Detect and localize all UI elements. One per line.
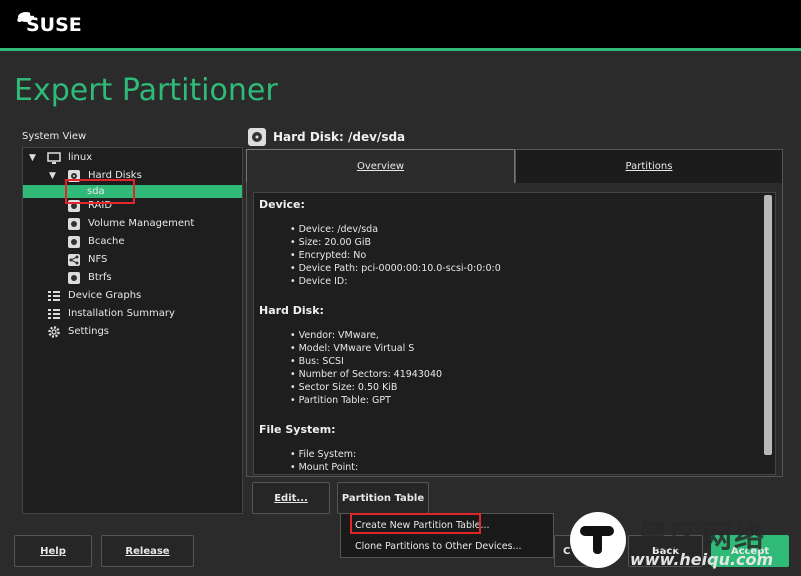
expand-arrow-icon[interactable]: ▼	[49, 167, 56, 185]
info-line: • Size: 20.00 GiB	[290, 237, 372, 248]
top-bar: SUSE	[0, 0, 801, 48]
help-button[interactable]: Help	[14, 535, 92, 567]
tree-item-label: Btrfs	[88, 272, 112, 283]
highlight-box-create	[350, 513, 481, 534]
watermark-url: www.heiqu.com	[630, 550, 774, 569]
info-line: • Device ID:	[290, 276, 348, 287]
highlight-box-sda	[65, 179, 135, 204]
release-notes-button[interactable]: Release Notes...	[101, 535, 194, 567]
watermark: 黑区网络 www.heiqu.com	[568, 510, 801, 576]
tree-item-label: Volume Management	[88, 218, 195, 229]
edit-button[interactable]: Edit...	[252, 482, 330, 514]
tree-item-label: NFS	[88, 254, 108, 265]
info-line: • File System:	[290, 449, 357, 460]
content-scrollbar[interactable]	[763, 193, 774, 473]
info-line: • Model: VMware Virtual S	[290, 343, 415, 354]
volume-icon	[67, 217, 81, 231]
tree-item-bcache[interactable]: Bcache	[23, 233, 242, 251]
system-view-label: System View	[22, 131, 87, 142]
expand-arrow-icon[interactable]: ▼	[29, 149, 36, 167]
tree-item-linux[interactable]: ▼ linux	[23, 149, 242, 167]
partition-table-button[interactable]: Partition Table ▼	[337, 482, 429, 535]
tree-item-settings[interactable]: Settings	[23, 323, 242, 341]
tab-overview[interactable]: Overview	[246, 149, 515, 183]
suse-logo: SUSE	[14, 8, 88, 36]
info-line: • Partition Table: GPT	[290, 395, 391, 406]
page-title: Expert Partitioner	[14, 73, 278, 108]
tree-item-nfs[interactable]: NFS	[23, 251, 242, 269]
partition-table-label: Partition Table	[341, 493, 425, 504]
nfs-icon	[67, 253, 81, 267]
tree-item-label: Device Graphs	[68, 290, 142, 301]
section-title-file-system: File System:	[259, 423, 336, 436]
graph-icon	[47, 289, 61, 303]
tree-item-label: Installation Summary	[68, 308, 175, 319]
tree-item-label: Bcache	[88, 236, 125, 247]
list-icon	[47, 307, 61, 321]
tree-item-volume-management[interactable]: Volume Management	[23, 215, 242, 233]
hard-disk-icon	[247, 127, 267, 147]
tree-item-installation-summary[interactable]: Installation Summary	[23, 305, 242, 323]
info-line: • Vendor: VMware,	[290, 330, 379, 341]
tab-label: Overview	[356, 161, 405, 172]
tab-label: Partitions	[625, 161, 673, 172]
info-line: • Sector Size: 0.50 KiB	[290, 382, 398, 393]
btrfs-icon	[67, 271, 81, 285]
section-title-device: Device:	[259, 198, 305, 211]
tree-item-btrfs[interactable]: Btrfs	[23, 269, 242, 287]
info-line: • Device: /dev/sda	[290, 224, 379, 235]
overview-content: Device: • Device: /dev/sda • Size: 20.00 G…	[253, 192, 776, 475]
info-line: • Device Path: pci-0000:00:10.0-scsi-0:0:…	[290, 263, 501, 274]
tree-item-device-graphs[interactable]: Device Graphs	[23, 287, 242, 305]
tree-item-label: linux	[68, 152, 93, 163]
menu-item-clone-partitions[interactable]: Clone Partitions to Other Devices...	[355, 541, 522, 552]
info-line: • Bus: SCSI	[290, 356, 344, 367]
brand-name: SUSE	[26, 14, 82, 36]
info-line: • Number of Sectors: 41943040	[290, 369, 443, 380]
tree-item-label: Settings	[68, 326, 110, 337]
accent-line	[0, 48, 801, 51]
disk-header: Hard Disk: /dev/sda	[273, 130, 406, 144]
section-title-hard-disk: Hard Disk:	[259, 304, 324, 317]
monitor-icon	[47, 151, 61, 165]
info-line: • Mount Point:	[290, 462, 359, 473]
scrollbar-thumb[interactable]	[764, 195, 772, 455]
gear-icon	[47, 325, 61, 339]
bcache-icon	[67, 235, 81, 249]
info-line: • Encrypted: No	[290, 250, 367, 261]
tab-partitions[interactable]: Partitions	[515, 149, 783, 183]
